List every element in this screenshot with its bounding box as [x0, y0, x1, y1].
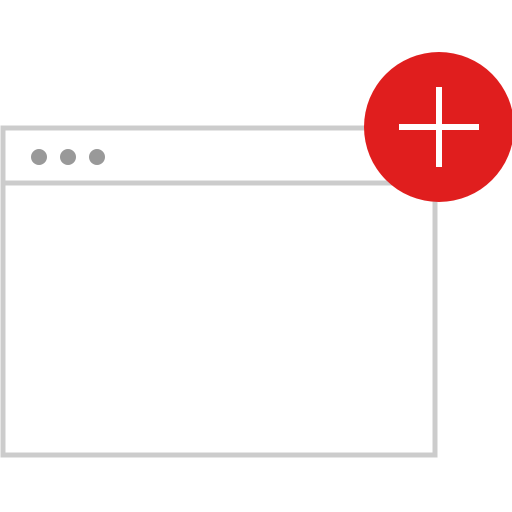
new-window-illustration	[0, 52, 512, 458]
window-frame	[0, 125, 438, 458]
plus-icon	[364, 52, 512, 202]
window-control-dots	[31, 149, 105, 165]
window-dot-2	[60, 149, 76, 165]
window-dot-3	[89, 149, 105, 165]
new-window-icon	[0, 0, 512, 512]
browser-window-icon	[0, 125, 438, 458]
window-dot-1	[31, 149, 47, 165]
